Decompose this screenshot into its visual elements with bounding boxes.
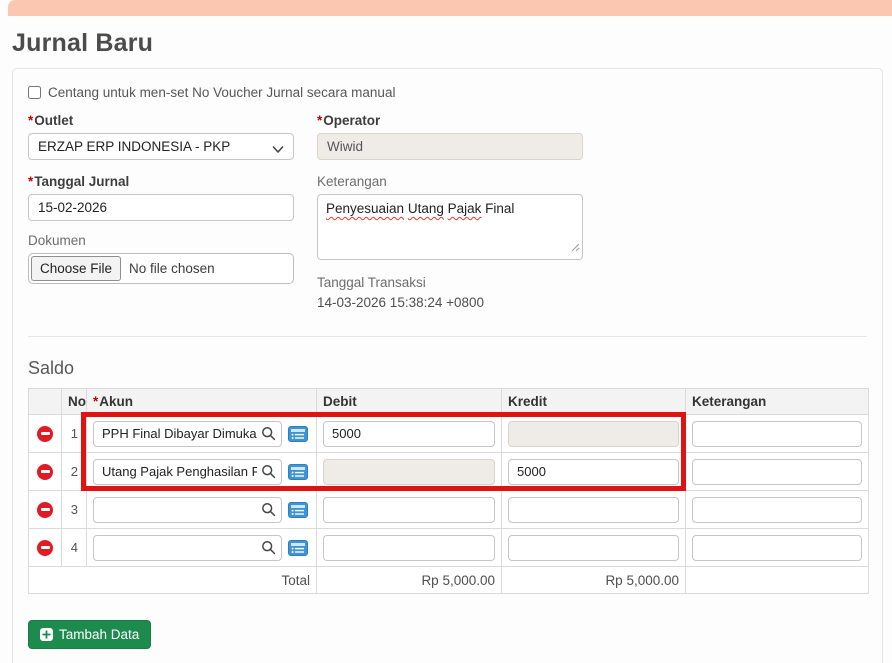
kredit-input[interactable] (508, 497, 679, 523)
section-divider (28, 336, 867, 337)
tambah-data-label: Tambah Data (59, 627, 139, 642)
kredit-column-header: Kredit (502, 389, 686, 415)
akun-input[interactable] (93, 535, 282, 561)
total-debit: Rp 5,000.00 (317, 567, 502, 594)
keterangan-input[interactable] (692, 497, 862, 523)
keterangan-word: Pajak (448, 201, 482, 216)
form-grid: *Outlet ERZAP ERP INDONESIA - PKP *Tangg… (28, 113, 867, 310)
total-label: Total (29, 567, 317, 594)
tambah-data-button[interactable]: Tambah Data (28, 620, 151, 649)
saldo-row-1: 1 (29, 415, 869, 453)
saldo-header-row: No *Akun Debit Kredit Keterangan (29, 389, 869, 415)
row-number: 2 (62, 453, 87, 491)
search-icon[interactable] (261, 540, 276, 558)
debit-column-header: Debit (317, 389, 502, 415)
saldo-row-3: 3 (29, 491, 869, 529)
debit-input[interactable] (323, 535, 495, 561)
no-column-header: No (62, 389, 87, 415)
operator-input (317, 133, 583, 160)
textarea-resize-handle[interactable] (570, 239, 580, 257)
delete-column-header (29, 389, 62, 415)
remove-row-button[interactable] (37, 464, 53, 480)
total-kredit: Rp 5,000.00 (502, 567, 686, 594)
account-list-icon[interactable] (288, 426, 308, 442)
search-icon[interactable] (261, 502, 276, 520)
remove-row-button[interactable] (37, 540, 53, 556)
keterangan-column-header: Keterangan (686, 389, 869, 415)
kredit-input[interactable] (508, 535, 679, 561)
outlet-label: *Outlet (28, 113, 294, 128)
debit-input (323, 459, 495, 485)
keterangan-input[interactable] (692, 535, 862, 561)
outlet-select-value: ERZAP ERP INDONESIA - PKP (38, 139, 230, 154)
akun-input[interactable] (93, 459, 282, 485)
remove-row-button[interactable] (37, 426, 53, 442)
debit-input[interactable] (323, 421, 495, 447)
account-list-icon[interactable] (288, 540, 308, 556)
dokumen-file-input[interactable]: Choose File No file chosen (28, 253, 294, 284)
keterangan-textarea[interactable]: Penyesuaian Utang Pajak Final (317, 194, 583, 260)
akun-column-header: *Akun (87, 389, 317, 415)
kredit-input[interactable] (508, 459, 679, 485)
dokumen-label: Dokumen (28, 233, 294, 248)
journal-form-card: Centang untuk men-set No Voucher Jurnal … (12, 68, 883, 663)
file-chosen-status: No file chosen (129, 261, 215, 276)
tanggal-jurnal-input[interactable] (28, 194, 294, 221)
account-list-icon[interactable] (288, 464, 308, 480)
form-left-column: *Outlet ERZAP ERP INDONESIA - PKP *Tangg… (28, 113, 294, 310)
choose-file-button[interactable]: Choose File (31, 256, 121, 281)
total-keterangan-empty (686, 567, 869, 594)
chevron-down-icon (272, 142, 284, 157)
keterangan-input[interactable] (692, 421, 862, 447)
keterangan-word: Penyesuaian (326, 201, 404, 216)
page: Jurnal Baru Centang untuk men-set No Vou… (0, 0, 892, 663)
row-number: 1 (62, 415, 87, 453)
plus-square-icon (40, 628, 53, 641)
saldo-heading: Saldo (28, 358, 867, 379)
page-title: Jurnal Baru (12, 29, 153, 58)
manual-voucher-checkbox-row[interactable]: Centang untuk men-set No Voucher Jurnal … (28, 85, 867, 100)
keterangan-word: Utang (408, 201, 444, 216)
outlet-select[interactable]: ERZAP ERP INDONESIA - PKP (28, 133, 294, 160)
row-number: 3 (62, 491, 87, 529)
search-icon[interactable] (261, 426, 276, 444)
keterangan-word: Final (485, 201, 514, 216)
operator-label: *Operator (317, 113, 583, 128)
manual-voucher-label: Centang untuk men-set No Voucher Jurnal … (48, 85, 395, 100)
row-number: 4 (62, 529, 87, 567)
saldo-total-row: Total Rp 5,000.00 Rp 5,000.00 (29, 567, 869, 594)
akun-input[interactable] (93, 497, 282, 523)
saldo-row-2: 2 (29, 453, 869, 491)
operator-required-mark: * (317, 113, 322, 128)
form-right-column: *Operator Keterangan Penyesuaian Utang P… (317, 113, 583, 310)
tanggal-jurnal-label: *Tanggal Jurnal (28, 174, 294, 189)
manual-voucher-checkbox[interactable] (28, 86, 41, 99)
kredit-input (508, 421, 679, 447)
tanggal-transaksi-label: Tanggal Transaksi (317, 275, 583, 290)
top-accent-bar (8, 0, 892, 16)
account-list-icon[interactable] (288, 502, 308, 518)
outlet-required-mark: * (28, 113, 33, 128)
keterangan-input[interactable] (692, 459, 862, 485)
tanggal-transaksi-value: 14-03-2026 15:38:24 +0800 (317, 295, 583, 310)
keterangan-label: Keterangan (317, 174, 583, 189)
saldo-table-wrap: No *Akun Debit Kredit Keterangan 1 (28, 388, 867, 594)
tanggal-jurnal-required-mark: * (28, 174, 33, 189)
akun-input[interactable] (93, 421, 282, 447)
debit-input[interactable] (323, 497, 495, 523)
search-icon[interactable] (261, 464, 276, 482)
remove-row-button[interactable] (37, 502, 53, 518)
saldo-row-4: 4 (29, 529, 869, 567)
saldo-table: No *Akun Debit Kredit Keterangan 1 (28, 388, 869, 594)
